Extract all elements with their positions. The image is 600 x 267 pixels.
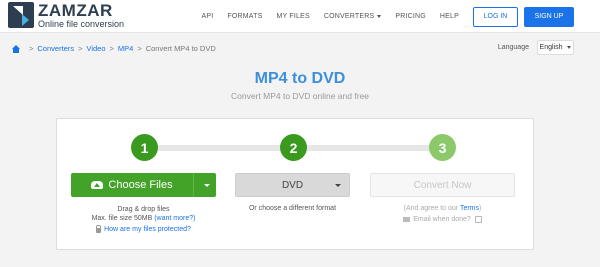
choose-files-dropdown[interactable] [194,173,216,197]
language-selector: Language English [498,40,574,55]
choose-files-main[interactable]: Choose Files [71,173,194,197]
breadcrumb-separator: > [137,44,142,53]
max-size-text: Max. file size 50MB [91,215,153,222]
convert-now-button[interactable]: Convert Now [370,173,515,197]
step-3-notes: (And agree to our Terms) Email when done… [370,205,515,223]
converter-card: 1 2 3 Choose Files DVD Convert Now Drag … [56,118,534,250]
language-selected: English [539,44,563,51]
header: ZAMZAR Online file conversion API FORMAT… [0,0,600,33]
breadcrumb-mp4[interactable]: MP4 [118,44,133,53]
nav-pricing[interactable]: PRICING [395,13,426,20]
nav-help[interactable]: HELP [440,13,459,20]
step-3-badge: 3 [429,134,456,161]
nav-converters-label: CONVERTERS [323,13,375,20]
files-protected-link[interactable]: How are my files protected? [104,225,191,234]
terms-line: (And agree to our Terms) [370,205,515,212]
brand-name: ZAMZAR [38,1,113,20]
nav-my-files[interactable]: MY FILES [276,13,309,20]
zamzar-logo[interactable]: ZAMZAR Online file conversion [8,2,124,29]
breadcrumb-converters[interactable]: Converters [37,44,74,53]
terms-prefix: (And agree to our [403,205,460,212]
terms-link[interactable]: Terms [460,205,479,212]
language-label: Language [497,44,529,51]
login-button[interactable]: LOG IN [473,6,518,27]
home-icon[interactable] [12,44,20,53]
breadcrumb-separator: > [109,44,114,53]
drag-drop-text: Drag & drop files [117,206,170,213]
signup-button[interactable]: SIGN UP [524,6,574,27]
files-protected-line: How are my files protected? [71,225,216,234]
step-1-badge: 1 [131,134,158,161]
cloud-upload-icon [91,181,104,189]
nav-converters[interactable]: CONVERTERS [324,13,382,20]
page-subtitle: Convert MP4 to DVD online and free [231,91,369,101]
chevron-down-icon [567,46,572,49]
zamzar-logo-icon [8,2,34,28]
format-hint: Or choose a different format [248,205,337,212]
brand-tagline: Online file conversion [38,19,125,29]
terms-suffix: ) [479,205,482,212]
email-label: Email when done? [413,216,471,223]
email-when-done-line: Email when done? [370,216,515,223]
format-select[interactable]: DVD [235,173,350,197]
max-size-line: Max. file size 50MB (want more?) [71,214,216,223]
breadcrumb-separator: > [78,44,83,53]
step-2-badge: 2 [280,134,307,161]
mail-icon [403,217,411,222]
top-nav: API FORMATS MY FILES CONVERTERS PRICING … [201,0,600,33]
nav-formats[interactable]: FORMATS [227,13,262,20]
breadcrumb-separator: > [29,44,34,53]
chevron-down-icon [377,14,382,18]
breadcrumb-current: Convert MP4 to DVD [145,44,216,53]
choose-files-label: Choose Files [108,179,173,191]
choose-files-button[interactable]: Choose Files [71,173,216,197]
step-1-notes: Drag & drop files Max. file size 50MB (w… [71,205,216,234]
nav-api[interactable]: API [201,13,213,20]
want-more-link[interactable]: (want more?) [154,215,195,222]
chevron-down-icon [203,183,210,187]
lock-icon [96,225,102,233]
page-title: MP4 to DVD [254,70,346,87]
language-dropdown[interactable]: English [537,40,574,55]
breadcrumb-video[interactable]: Video [86,44,105,53]
breadcrumb: > Converters > Video > MP4 > Convert MP4… [12,44,216,53]
format-selected: DVD [281,179,304,191]
chevron-down-icon [335,184,341,187]
email-checkbox[interactable] [474,216,482,223]
logo-text: ZAMZAR Online file conversion [38,2,124,29]
